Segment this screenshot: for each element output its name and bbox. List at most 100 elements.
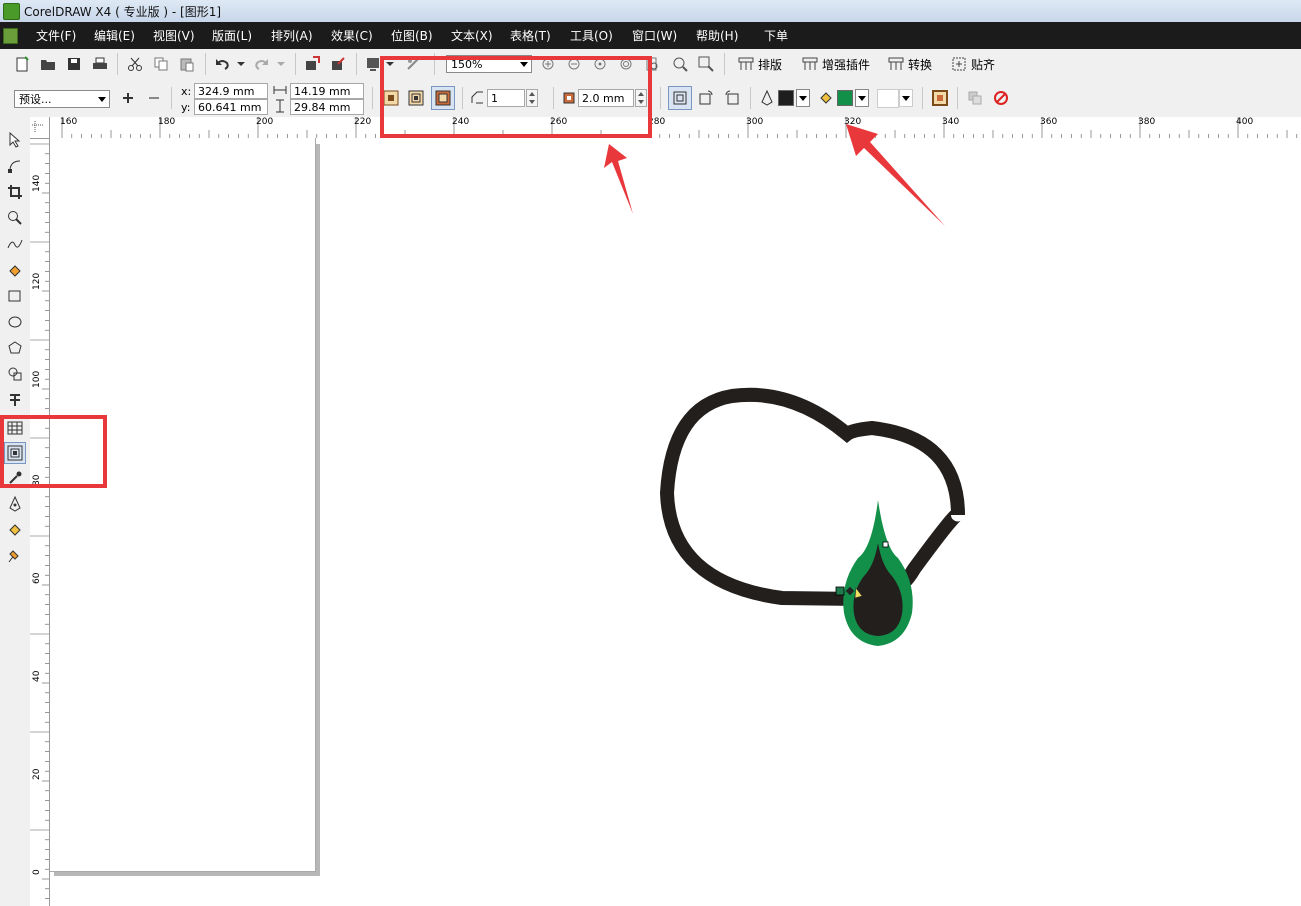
- preset-combo[interactable]: 预设...: [14, 90, 110, 108]
- fill-end-color-swatch[interactable]: [877, 89, 899, 108]
- print-icon[interactable]: [90, 54, 110, 74]
- convert-icon[interactable]: [886, 54, 906, 74]
- menu-bar: 文件(F) 编辑(E) 视图(V) 版面(L) 排列(A) 效果(C) 位图(B…: [0, 22, 1301, 49]
- menu-edit[interactable]: 编辑(E): [94, 27, 135, 44]
- menu-table[interactable]: 表格(T): [510, 27, 551, 44]
- snap-icon[interactable]: [949, 54, 969, 74]
- pick-icon[interactable]: [4, 129, 26, 151]
- counterclockwise-contour-color-icon[interactable]: [722, 88, 742, 108]
- outline-pen-icon[interactable]: [4, 493, 26, 515]
- y-position-field[interactable]: 60.641 mm: [194, 99, 268, 115]
- hruler-label: 180: [158, 117, 176, 127]
- menu-text[interactable]: 文本(X): [451, 27, 493, 44]
- outline-color-icon: [757, 88, 777, 108]
- paste-icon[interactable]: [177, 54, 197, 74]
- x-label: x:: [181, 85, 192, 98]
- clockwise-contour-color-icon[interactable]: [696, 88, 716, 108]
- vruler-label: 0: [32, 869, 42, 875]
- snap-label[interactable]: 贴齐: [971, 56, 995, 73]
- menu-file[interactable]: 文件(F): [36, 27, 76, 44]
- document-icon[interactable]: [3, 28, 18, 44]
- redo-dropdown-icon[interactable]: [276, 54, 286, 74]
- fill-color-icon: [816, 88, 836, 108]
- red-arrow-diagonal: [846, 124, 945, 226]
- width-icon: [273, 83, 287, 97]
- hruler-label: 360: [1040, 117, 1058, 127]
- hruler-label: 400: [1236, 117, 1254, 127]
- title-bar: CorelDRAW X4 ( 专业版 ) - [图形1]: [0, 0, 1301, 23]
- enhanced-plugin-icon[interactable]: [800, 54, 820, 74]
- import-icon[interactable]: [302, 54, 322, 74]
- height-field[interactable]: 29.84 mm: [290, 99, 364, 115]
- menu-tools[interactable]: 工具(O): [570, 27, 613, 44]
- smart-fill-icon[interactable]: [4, 259, 26, 281]
- zoom-page-width-icon[interactable]: [670, 54, 690, 74]
- menu-view[interactable]: 视图(V): [153, 27, 195, 44]
- copy-icon[interactable]: [151, 54, 171, 74]
- toolbox: [0, 117, 31, 906]
- interactive-fill-icon[interactable]: [4, 545, 26, 567]
- vertical-ruler[interactable]: 140 120 100 80 60 40 20 0: [30, 138, 50, 906]
- linear-contour-color-icon[interactable]: [668, 86, 692, 110]
- fill-end-color-dropdown[interactable]: [899, 89, 913, 107]
- ruler-origin[interactable]: [30, 117, 50, 139]
- enhanced-plugin-label[interactable]: 增强插件: [822, 56, 870, 73]
- hruler-label: 200: [256, 117, 274, 127]
- new-document-icon[interactable]: [12, 54, 32, 74]
- fill-icon[interactable]: [4, 519, 26, 541]
- menu-effects[interactable]: 效果(C): [331, 27, 373, 44]
- remove-preset-icon[interactable]: [144, 88, 164, 108]
- selection-handle: [882, 541, 889, 548]
- fill-color-swatch[interactable]: [837, 90, 853, 106]
- window-title: CorelDRAW X4 ( 专业版 ) - [图形1]: [24, 5, 222, 19]
- basic-shapes-icon[interactable]: [4, 363, 26, 385]
- selection-handle: [835, 586, 845, 596]
- drawing-canvas[interactable]: [50, 138, 1301, 906]
- cut-icon[interactable]: [125, 54, 145, 74]
- menu-order[interactable]: 下单: [764, 27, 788, 44]
- layout-icon[interactable]: [736, 54, 756, 74]
- drawing-artwork[interactable]: [50, 138, 1301, 906]
- undo-dropdown-icon[interactable]: [236, 54, 246, 74]
- menu-layout[interactable]: 版面(L): [212, 27, 252, 44]
- outline-color-swatch[interactable]: [778, 90, 794, 106]
- outline-color-dropdown[interactable]: [796, 89, 810, 107]
- zoom-page-height-icon[interactable]: [696, 54, 716, 74]
- menu-help[interactable]: 帮助(H): [696, 27, 738, 44]
- crop-icon[interactable]: [4, 181, 26, 203]
- convert-label[interactable]: 转换: [908, 56, 932, 73]
- open-icon[interactable]: [38, 54, 58, 74]
- coreldraw-app-icon: [3, 3, 20, 20]
- fill-color-dropdown[interactable]: [855, 89, 869, 107]
- highlight-box-contour-settings: [380, 56, 652, 138]
- freehand-icon[interactable]: [4, 233, 26, 255]
- export-icon[interactable]: [328, 54, 348, 74]
- menu-window[interactable]: 窗口(W): [632, 27, 677, 44]
- redo-icon[interactable]: [252, 54, 272, 74]
- menu-bitmaps[interactable]: 位图(B): [391, 27, 433, 44]
- undo-icon[interactable]: [212, 54, 232, 74]
- save-icon[interactable]: [64, 54, 84, 74]
- horizontal-ruler[interactable]: 160 180 200 220 240 260 280 300 320 340 …: [30, 117, 1301, 139]
- add-preset-icon[interactable]: [118, 88, 138, 108]
- object-acceleration-icon[interactable]: [930, 88, 950, 108]
- polygon-icon[interactable]: [4, 337, 26, 359]
- vruler-label: 60: [32, 572, 42, 584]
- clear-contour-icon[interactable]: [991, 88, 1011, 108]
- ellipse-icon[interactable]: [4, 311, 26, 333]
- width-field[interactable]: 14.19 mm: [290, 83, 364, 99]
- layout-label[interactable]: 排版: [758, 56, 782, 73]
- cloud-shape: [659, 387, 965, 607]
- text-icon[interactable]: [4, 389, 26, 411]
- vruler-label: 120: [32, 272, 42, 290]
- y-label: y:: [181, 101, 191, 114]
- menu-arrange[interactable]: 排列(A): [271, 27, 313, 44]
- rectangle-icon[interactable]: [4, 285, 26, 307]
- highlight-box-contour-tool: [0, 415, 107, 488]
- copy-contour-properties-icon[interactable]: [965, 88, 985, 108]
- x-position-field[interactable]: 324.9 mm: [194, 83, 268, 99]
- preset-value: 预设...: [19, 93, 52, 106]
- shape-icon[interactable]: [4, 155, 26, 177]
- zoom-icon[interactable]: [4, 207, 26, 229]
- vruler-label: 100: [32, 370, 42, 388]
